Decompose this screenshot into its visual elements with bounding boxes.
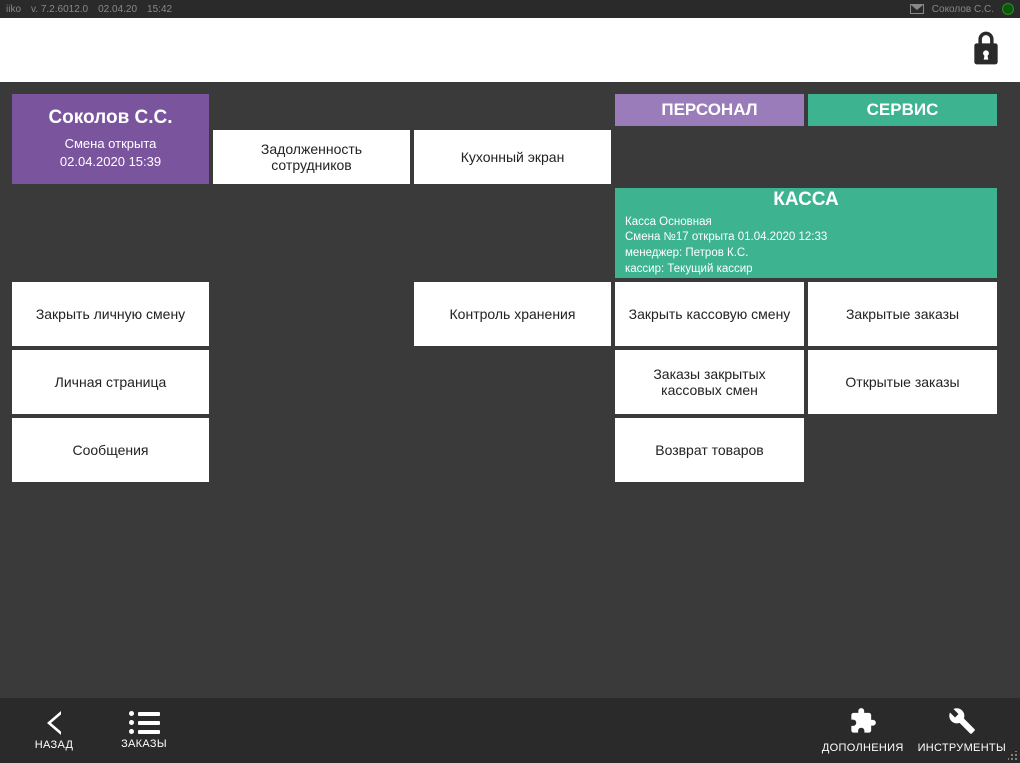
addons-label: ДОПОЛНЕНИЯ [822, 742, 904, 754]
user-header: Соколов С.С. Смена открыта 02.04.2020 15… [12, 94, 209, 184]
kassa-info-manager: менеджер: Петров К.С. [625, 246, 987, 262]
tools-label: ИНСТРУМЕНТЫ [918, 742, 1006, 754]
list-icon [129, 711, 160, 734]
app-version: v. 7.2.6012.0 [31, 4, 88, 15]
kassa-info-shift: Смена №17 открыта 01.04.2020 12:33 [625, 230, 987, 246]
main-area: Соколов С.С. Смена открыта 02.04.2020 15… [0, 82, 1020, 698]
btn-storage-control[interactable]: Контроль хранения [414, 282, 611, 346]
back-label: НАЗАД [35, 739, 73, 751]
shift-status: Смена открыта [60, 135, 161, 153]
btn-closed-shift-orders[interactable]: Заказы закрытых кассовых смен [615, 350, 804, 414]
orders-label: ЗАКАЗЫ [121, 738, 167, 750]
kassa-title: КАССА [625, 189, 987, 211]
back-button[interactable]: НАЗАД [14, 711, 94, 751]
titlebar-user: Соколов С.С. [932, 4, 994, 15]
kassa-info-name: Касса Основная [625, 215, 987, 231]
shift-opened-time: 02.04.2020 15:39 [60, 153, 161, 171]
service-title: СЕРВИС [867, 100, 939, 120]
chevron-left-icon [47, 711, 61, 735]
app-name: iiko [6, 4, 21, 15]
service-header: СЕРВИС [808, 94, 997, 126]
personnel-title: ПЕРСОНАЛ [661, 100, 757, 120]
btn-messages[interactable]: Сообщения [12, 418, 209, 482]
user-name: Соколов С.С. [48, 107, 172, 129]
tools-button[interactable]: ИНСТРУМЕНТЫ [918, 707, 1006, 754]
btn-personal-page[interactable]: Личная страница [12, 350, 209, 414]
mail-icon[interactable] [910, 4, 924, 14]
titlebar-date: 02.04.20 [98, 4, 137, 15]
addons-button[interactable]: ДОПОЛНЕНИЯ [822, 707, 904, 754]
resize-grip-icon[interactable] [1008, 751, 1018, 761]
btn-employee-debt[interactable]: Задолженность сотрудников [213, 130, 410, 184]
btn-kitchen-screen[interactable]: Кухонный экран [414, 130, 611, 184]
bottombar: НАЗАД ЗАКАЗЫ ДОПОЛНЕНИЯ ИНСТРУМЕНТЫ [0, 698, 1020, 763]
btn-return-goods[interactable]: Возврат товаров [615, 418, 804, 482]
kassa-header: КАССА Касса Основная Смена №17 открыта 0… [615, 188, 997, 278]
tools-icon [948, 707, 976, 738]
titlebar: iiko v. 7.2.6012.0 02.04.20 15:42 Соколо… [0, 0, 1020, 18]
personnel-header: ПЕРСОНАЛ [615, 94, 804, 126]
btn-closed-orders[interactable]: Закрытые заказы [808, 282, 997, 346]
topbar [0, 18, 1020, 82]
btn-close-personal-shift[interactable]: Закрыть личную смену [12, 282, 209, 346]
btn-open-orders[interactable]: Открытые заказы [808, 350, 997, 414]
status-indicator-icon [1002, 3, 1014, 15]
titlebar-time: 15:42 [147, 4, 172, 15]
lock-icon[interactable] [972, 31, 1000, 70]
orders-button[interactable]: ЗАКАЗЫ [104, 711, 184, 751]
puzzle-icon [849, 707, 877, 738]
btn-close-cash-shift[interactable]: Закрыть кассовую смену [615, 282, 804, 346]
kassa-info-cashier: кассир: Текущий кассир [625, 262, 987, 278]
